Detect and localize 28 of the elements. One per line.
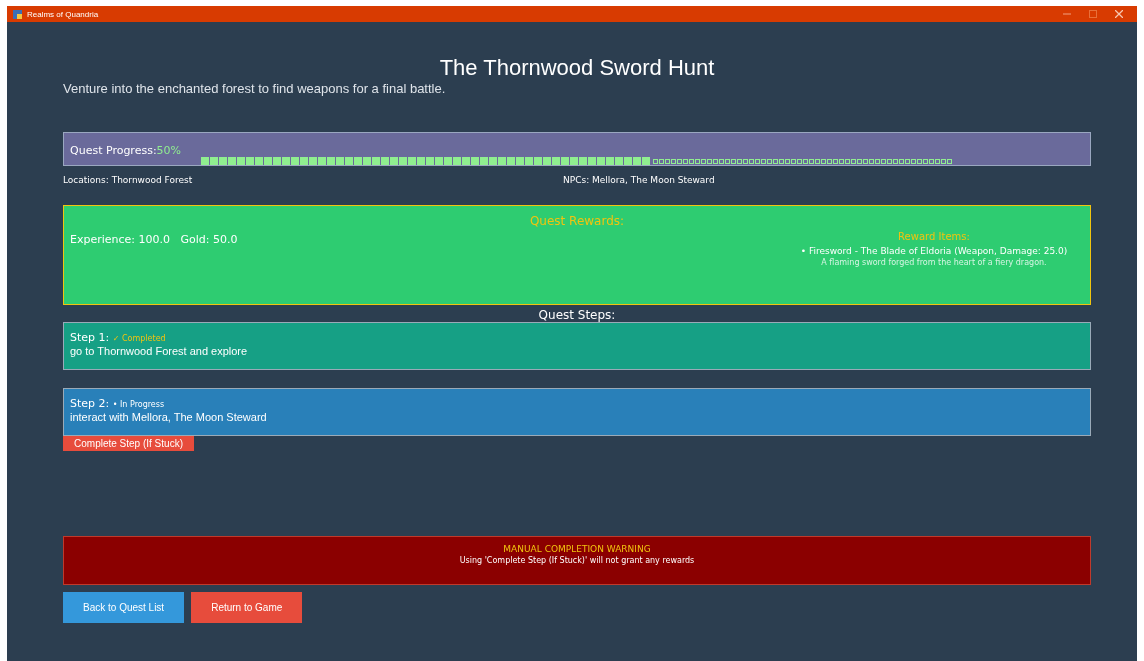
return-button[interactable]: Return to Game xyxy=(191,592,303,623)
quest-title: The Thornwood Sword Hunt xyxy=(438,56,716,80)
minimize-icon[interactable] xyxy=(1063,10,1071,18)
close-icon[interactable] xyxy=(1115,10,1123,18)
app-icon xyxy=(13,9,22,19)
reward-item-description: A flaming sword forged from the heart of a fiery dragon. xyxy=(820,258,1048,267)
window-title: Realms of Quandria xyxy=(27,9,99,19)
rewards-title: Quest Rewards: xyxy=(528,214,626,228)
warning-text: Using 'Complete Step (If Stuck)' will not grant any rewards xyxy=(458,556,696,565)
reward-item-name: • Firesword - The Blade of Eldoria (Weapon, Damage: 25.0) xyxy=(799,246,1069,256)
progress-value: 50% xyxy=(156,144,182,157)
step-text: go to Thornwood Forest and explore xyxy=(70,345,249,357)
step-status: ✓ Completed xyxy=(112,334,166,343)
step-text: interact with Mellora, The Moon Steward xyxy=(70,411,268,423)
complete-step-button[interactable]: Complete Step (If Stuck) xyxy=(63,436,194,451)
maximize-icon[interactable] xyxy=(1089,10,1097,18)
rewards-stats: Experience: 100.0 Gold: 50.0 xyxy=(70,233,238,246)
back-button[interactable]: Back to Quest List xyxy=(63,592,185,623)
steps-title: Quest Steps: xyxy=(537,308,617,322)
warning-title: MANUAL COMPLETION WARNING xyxy=(502,544,652,554)
step-label: Step 2: xyxy=(70,397,111,410)
npcs-text: NPCs: Mellora, The Moon Steward xyxy=(563,175,716,185)
quest-description: Venture into the enchanted forest to find weapons for a final battle. xyxy=(63,81,447,96)
step-label: Step 1: xyxy=(70,331,111,344)
progress-label: Quest Progress: xyxy=(70,144,157,157)
reward-items-title: Reward Items: xyxy=(897,231,971,242)
locations-text: Locations: Thornwood Forest xyxy=(63,175,194,185)
step-status: • In Progress xyxy=(112,400,165,409)
